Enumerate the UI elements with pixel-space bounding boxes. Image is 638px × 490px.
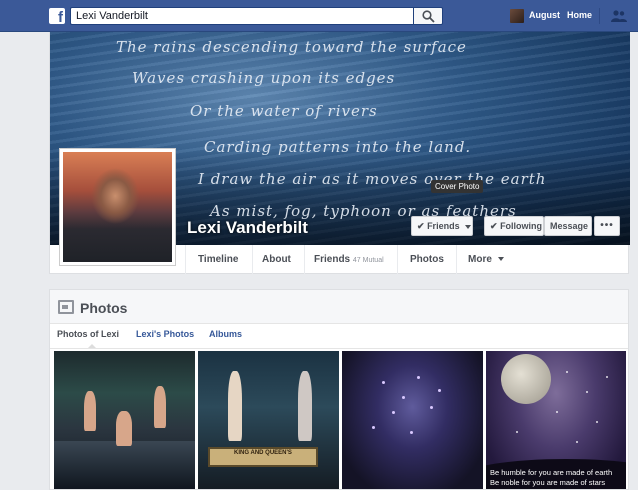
- photo-particle: [392, 411, 395, 414]
- photo-figure: [116, 411, 132, 446]
- search-button[interactable]: [413, 7, 443, 25]
- tab-divider: [456, 245, 457, 274]
- tab-divider: [185, 245, 186, 274]
- divider: [50, 348, 628, 349]
- following-button[interactable]: ✔ Following: [484, 216, 544, 236]
- cover-poem-line: Or the water of rivers: [190, 102, 378, 120]
- check-icon: ✔: [490, 221, 498, 231]
- check-icon: ✔: [417, 221, 425, 231]
- photo-figure: [154, 386, 166, 428]
- cover-photo-tooltip: Cover Photo: [431, 180, 484, 193]
- photo-stage: [54, 441, 195, 489]
- photo-quote: Be humble for you are made of earth Be n…: [490, 468, 626, 488]
- photo-particle: [382, 381, 385, 384]
- photo-particle: [410, 431, 413, 434]
- profile-header: The rains descending toward the surface …: [49, 32, 630, 274]
- photo-star: [556, 411, 558, 413]
- photo-quote-line: Be noble for you are made of stars: [490, 478, 606, 487]
- friends-button[interactable]: ✔ Friends: [411, 216, 473, 236]
- home-link[interactable]: Home: [567, 10, 592, 20]
- photo-particle: [372, 426, 375, 429]
- photo-star: [566, 371, 568, 373]
- message-button[interactable]: Message: [544, 216, 592, 236]
- tab-divider: [397, 245, 398, 274]
- tab-photos[interactable]: Photos: [410, 245, 444, 274]
- tab-more-label: More: [468, 254, 492, 265]
- photo-thumbnail[interactable]: Be humble for you are made of earth Be n…: [486, 351, 626, 489]
- cover-poem-line: The rains descending toward the surface: [116, 38, 467, 56]
- friend-requests-icon[interactable]: [611, 10, 627, 22]
- photo-moon: [501, 354, 551, 404]
- photos-icon: [58, 300, 74, 314]
- photo-thumbnail[interactable]: KING AND QUEEN'S: [198, 351, 339, 489]
- cover-poem-line: Carding patterns into the land.: [204, 138, 472, 156]
- photo-sign: KING AND QUEEN'S: [208, 447, 318, 467]
- tab-more[interactable]: More: [468, 245, 504, 274]
- photo-figure: [298, 371, 312, 441]
- photo-star: [586, 391, 588, 393]
- photo-figure: [228, 371, 242, 441]
- logo-letter: f: [58, 9, 63, 26]
- search-input[interactable]: Lexi Vanderbilt: [70, 7, 413, 25]
- photo-particle: [417, 376, 420, 379]
- more-options-button[interactable]: •••: [594, 216, 620, 236]
- tab-timeline[interactable]: Timeline: [198, 245, 238, 274]
- facebook-logo[interactable]: f: [49, 8, 65, 26]
- photos-header: Photos: [50, 290, 628, 324]
- tab-lexis-photos[interactable]: Lexi's Photos: [136, 329, 194, 339]
- photos-title[interactable]: Photos: [80, 300, 127, 316]
- photos-section: Photos Photos of Lexi Lexi's Photos Albu…: [49, 289, 629, 490]
- top-navigation-bar: f Lexi Vanderbilt August Home: [0, 0, 638, 32]
- search-icon: [422, 10, 435, 23]
- profile-tabs: Timeline About Friends 47 Mutual Photos …: [49, 245, 629, 274]
- photo-particle: [430, 406, 433, 409]
- photo-figure: [84, 391, 96, 431]
- nav-divider: [599, 8, 600, 24]
- tab-divider: [252, 245, 253, 274]
- tab-divider: [304, 245, 305, 274]
- photo-thumbnail[interactable]: [342, 351, 483, 489]
- photo-particle: [402, 396, 405, 399]
- photo-thumbnail[interactable]: [54, 351, 195, 489]
- photo-star: [606, 376, 608, 378]
- tab-friends[interactable]: Friends 47 Mutual: [314, 245, 384, 274]
- photo-particle: [438, 389, 441, 392]
- following-button-label: Following: [500, 221, 543, 231]
- photo-quote-line: Be humble for you are made of earth: [490, 468, 613, 477]
- user-name-link[interactable]: August: [529, 10, 560, 20]
- tab-photos-of-lexi[interactable]: Photos of Lexi: [57, 329, 119, 339]
- mutual-friends-count: 47 Mutual: [352, 257, 384, 264]
- friends-button-label: Friends: [427, 221, 460, 231]
- photo-star: [576, 441, 578, 443]
- cover-poem-line: I draw the air as it moves over the eart…: [198, 170, 547, 188]
- chevron-down-icon: [465, 224, 472, 229]
- profile-name[interactable]: Lexi Vanderbilt: [187, 218, 308, 238]
- cover-poem-line: Waves crashing upon its edges: [132, 69, 396, 87]
- chevron-down-icon: [497, 257, 504, 262]
- photo-sign-text: KING AND QUEEN'S: [234, 450, 292, 456]
- tab-albums[interactable]: Albums: [209, 329, 242, 339]
- tab-about[interactable]: About: [262, 245, 291, 274]
- photo-star: [516, 431, 518, 433]
- photo-star: [596, 421, 598, 423]
- tab-friends-label: Friends: [314, 254, 351, 265]
- user-avatar[interactable]: [510, 9, 524, 23]
